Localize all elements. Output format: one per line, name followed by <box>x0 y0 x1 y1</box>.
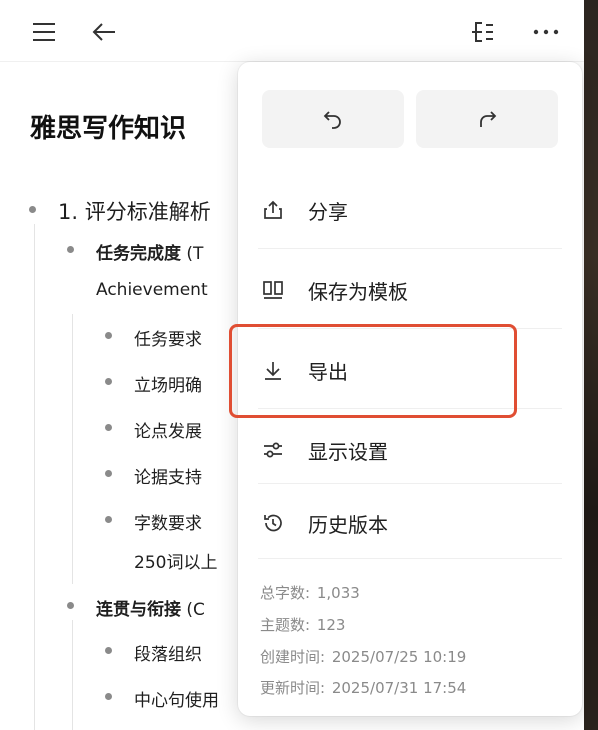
updated-time: 更新时间: 2025/07/31 17:54 <box>260 679 467 697</box>
redo-icon <box>480 111 497 127</box>
outline-rail <box>34 224 35 730</box>
bullet-icon <box>105 424 112 431</box>
menu-item-label: 显示设置 <box>308 439 388 464</box>
outline-icon[interactable] <box>468 18 496 46</box>
menu-item-history[interactable]: 历史版本 <box>258 492 562 554</box>
outline-item-level2[interactable]: 论点发展 <box>134 417 202 442</box>
settings-sliders-icon <box>258 435 288 465</box>
outline-item-level2[interactable]: 任务要求 <box>134 325 202 350</box>
outline-item-level2[interactable]: 论据支持 <box>134 463 202 488</box>
bullet-icon <box>105 378 112 385</box>
outline-rail <box>72 314 73 584</box>
divider <box>258 483 562 484</box>
menu-item-label: 历史版本 <box>308 512 388 537</box>
share-icon <box>258 195 288 225</box>
top-bar <box>0 0 584 62</box>
outline-item-level2[interactable]: 中心句使用 <box>134 686 219 711</box>
divider <box>258 558 562 559</box>
undo-icon <box>323 111 341 129</box>
outline-item-level2[interactable]: 段落组织 <box>134 640 202 665</box>
word-count: 总字数: 1,033 <box>260 584 360 602</box>
outline-item-level1[interactable]: 连贯与衔接 (C <box>96 595 205 620</box>
bullet-icon <box>67 602 74 609</box>
more-icon[interactable] <box>532 18 560 46</box>
export-highlight-box <box>229 324 517 418</box>
menu-item-label: 保存为模板 <box>308 279 408 304</box>
menu-item-display-settings[interactable]: 显示设置 <box>258 419 562 481</box>
undo-button[interactable] <box>262 90 404 148</box>
outline-item-level1[interactable]: 任务完成度 (T <box>96 239 203 264</box>
outline-item-level2[interactable]: 字数要求 <box>134 509 202 534</box>
bullet-icon <box>67 246 74 253</box>
history-icon <box>258 508 288 538</box>
bullet-icon <box>105 332 112 339</box>
outline-item-level0[interactable]: 1. 评分标准解析 <box>58 196 211 226</box>
topic-count: 主题数: 123 <box>260 616 346 634</box>
outline-item-continuation: Achievement <box>96 280 208 300</box>
outline-item-continuation: 250词以上 <box>134 553 218 573</box>
created-time: 创建时间: 2025/07/25 10:19 <box>260 648 467 666</box>
bullet-icon <box>105 516 112 523</box>
outline-item-level2[interactable]: 立场明确 <box>134 371 202 396</box>
back-arrow-icon[interactable] <box>90 18 118 46</box>
template-icon <box>258 275 288 305</box>
menu-item-share[interactable]: 分享 <box>258 179 562 241</box>
bullet-icon <box>105 647 112 654</box>
bullet-icon <box>29 206 36 213</box>
menu-item-save-template[interactable]: 保存为模板 <box>258 259 562 321</box>
background-edge <box>584 0 598 730</box>
page-title: 雅思写作知识 <box>30 114 187 144</box>
redo-button[interactable] <box>416 90 558 148</box>
outline-rail <box>72 620 73 730</box>
bullet-icon <box>105 693 112 700</box>
menu-item-label: 分享 <box>308 199 348 224</box>
menu-icon[interactable] <box>30 18 58 46</box>
bullet-icon <box>105 470 112 477</box>
divider <box>258 248 562 249</box>
